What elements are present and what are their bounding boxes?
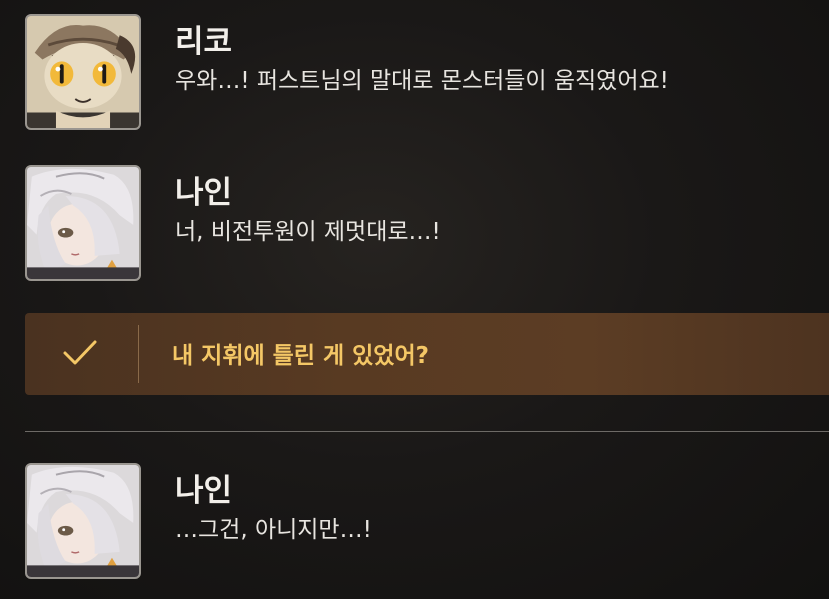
dialogue-message: …그건, 아니지만…! xyxy=(175,517,372,543)
nine-portrait-icon xyxy=(25,463,141,579)
dialogue-entry-nine: 나인 너, 비전투원이 제멋대로…! xyxy=(25,165,825,285)
checkmark-icon xyxy=(63,340,97,365)
choice-divider xyxy=(138,325,139,383)
dialogue-message: 너, 비전투원이 제멋대로…! xyxy=(175,219,441,245)
nine-portrait-icon xyxy=(25,165,141,281)
dialogue-entry-riko: 리코 우와…! 퍼스트님의 말대로 몬스터들이 움직였어요! xyxy=(25,14,825,134)
choice-text: 내 지휘에 틀린 게 있었어? xyxy=(172,343,429,369)
speaker-name: 나인 xyxy=(175,473,233,509)
dialogue-entry-nine-2: 나인 …그건, 아니지만…! xyxy=(25,463,825,583)
log-separator xyxy=(25,431,829,432)
speaker-name: 리코 xyxy=(175,24,233,60)
selected-choice: 내 지휘에 틀린 게 있었어? xyxy=(25,313,829,395)
dialogue-message: 우와…! 퍼스트님의 말대로 몬스터들이 움직였어요! xyxy=(175,68,669,94)
riko-portrait-icon xyxy=(25,14,141,130)
speaker-name: 나인 xyxy=(175,175,233,211)
